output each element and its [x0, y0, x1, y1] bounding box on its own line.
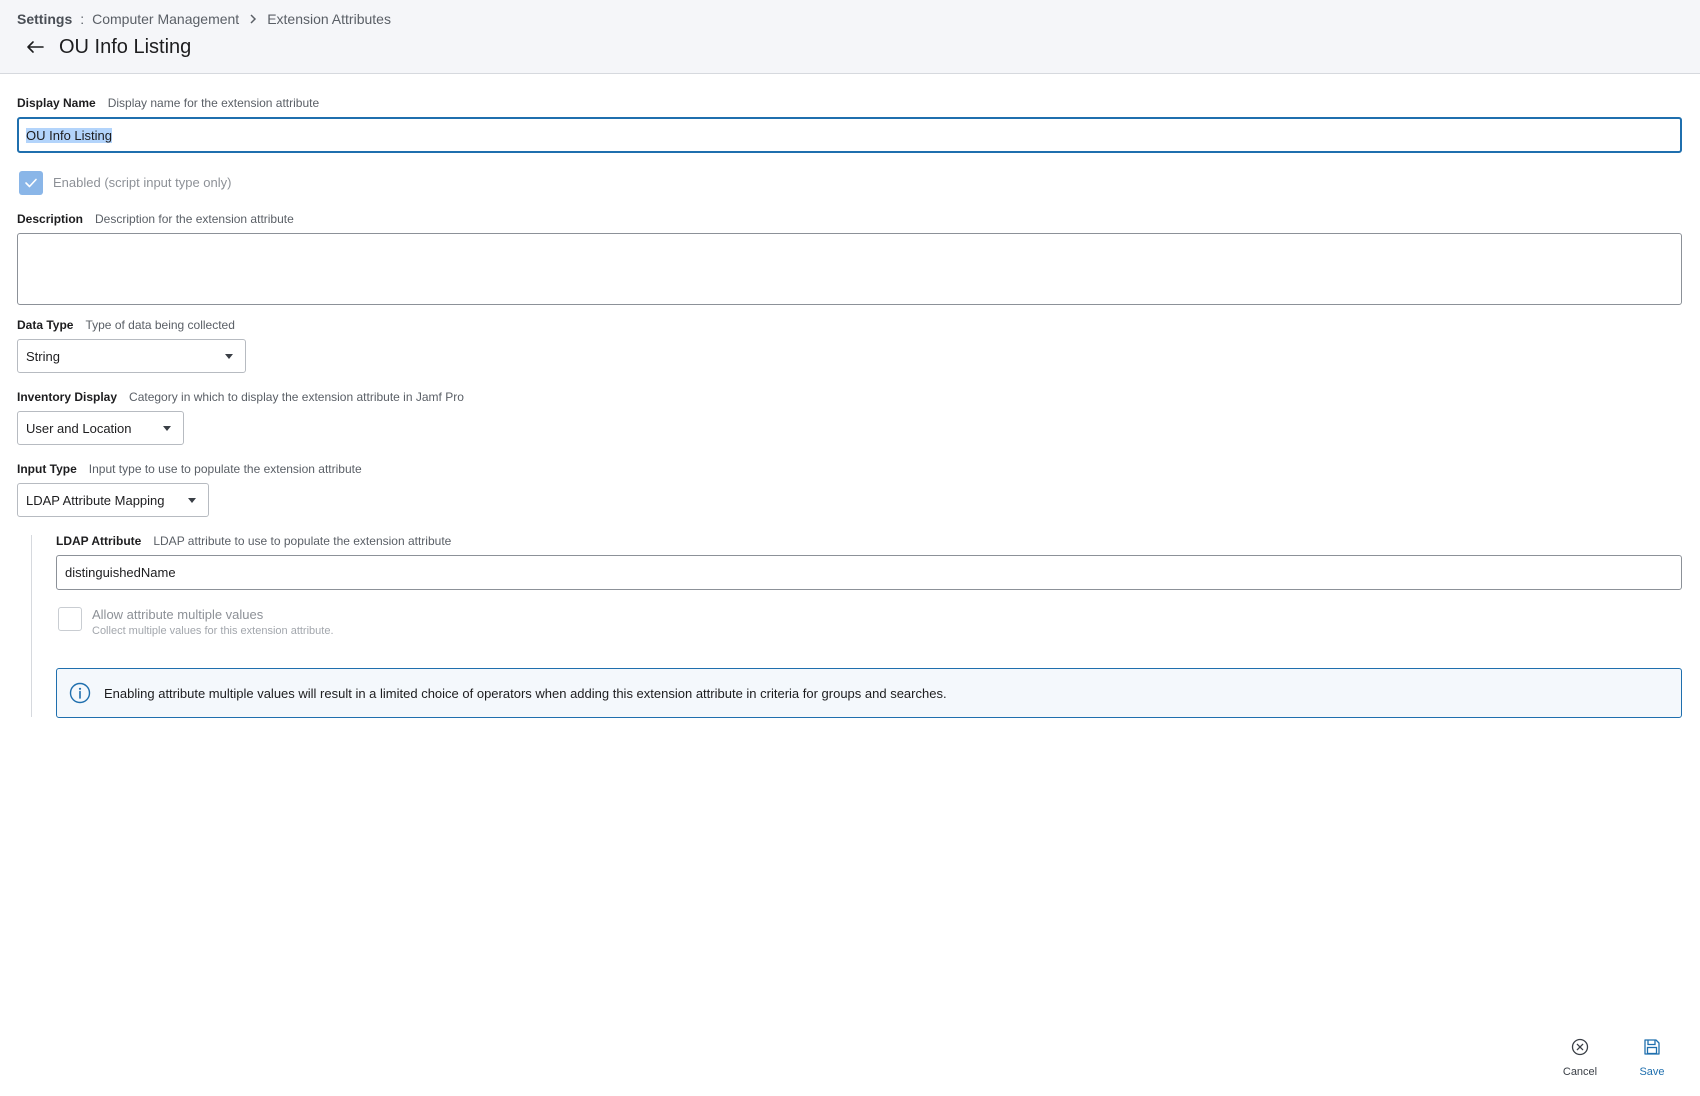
enabled-label: Enabled (script input type only) [53, 175, 232, 190]
inventory-display-label: Inventory Display [17, 390, 118, 404]
description-label: Description [17, 212, 84, 226]
info-banner: Enabling attribute multiple values will … [56, 668, 1682, 718]
breadcrumb-root[interactable]: Settings [17, 11, 72, 27]
cancel-button[interactable]: Cancel [1555, 1038, 1605, 1078]
enabled-checkbox[interactable] [19, 171, 43, 195]
save-label: Save [1639, 1066, 1665, 1078]
breadcrumb: Settings : Computer Management Extension… [17, 10, 391, 28]
data-type-label-row: Data Type Type of data being collected [17, 318, 235, 334]
floppy-disk-icon [1643, 1038, 1661, 1061]
ldap-attribute-value: distinguishedName [65, 565, 176, 580]
multiple-values-label: Allow attribute multiple values [92, 607, 264, 622]
input-type-label-row: Input Type Input type to use to populate… [17, 462, 362, 478]
data-type-label: Data Type [17, 318, 74, 332]
info-circle-icon [69, 682, 91, 704]
ldap-attribute-input[interactable]: distinguishedName [56, 555, 1682, 590]
description-label-row: Description Description for the extensio… [17, 212, 294, 228]
display-name-label-row: Display Name Display name for the extens… [17, 96, 319, 112]
page-header: Settings : Computer Management Extension… [0, 0, 1700, 74]
display-name-input[interactable]: OU Info Listing [17, 117, 1682, 153]
caret-down-icon [163, 425, 171, 431]
arrow-left-icon[interactable] [22, 34, 48, 60]
chevron-right-icon [249, 13, 257, 25]
breadcrumb-separator: : [80, 11, 85, 27]
ldap-section-divider [31, 535, 32, 717]
info-text: Enabling attribute multiple values will … [104, 685, 947, 701]
breadcrumb-computer-management[interactable]: Computer Management [92, 11, 239, 27]
input-type-hint: Input type to use to populate the extens… [88, 462, 362, 476]
inventory-display-label-row: Inventory Display Category in which to d… [17, 390, 464, 406]
multiple-values-text: Allow attribute multiple values Collect … [92, 607, 334, 639]
inventory-display-value: User and Location [26, 420, 132, 436]
display-name-value: OU Info Listing [26, 127, 112, 143]
save-button[interactable]: Save [1627, 1038, 1677, 1078]
display-name-hint: Display name for the extension attribute [107, 96, 320, 110]
multiple-values-sublabel: Collect multiple values for this extensi… [92, 625, 334, 637]
data-type-hint: Type of data being collected [85, 318, 235, 332]
multiple-values-checkbox[interactable] [58, 607, 82, 631]
ldap-attribute-hint: LDAP attribute to use to populate the ex… [153, 534, 452, 548]
inventory-display-hint: Category in which to display the extensi… [129, 390, 464, 404]
multiple-values-checkbox-row[interactable]: Allow attribute multiple values Collect … [58, 607, 334, 639]
input-type-label: Input Type [17, 462, 77, 476]
input-type-value: LDAP Attribute Mapping [26, 492, 165, 508]
ldap-attribute-label-row: LDAP Attribute LDAP attribute to use to … [56, 534, 451, 550]
data-type-select[interactable]: String [17, 339, 246, 373]
input-type-select[interactable]: LDAP Attribute Mapping [17, 483, 209, 517]
check-icon [25, 178, 37, 188]
page-title: OU Info Listing [59, 35, 192, 58]
display-name-label: Display Name [17, 96, 96, 110]
close-circle-icon [1571, 1038, 1589, 1061]
enabled-checkbox-row[interactable]: Enabled (script input type only) [19, 171, 231, 195]
cancel-label: Cancel [1562, 1066, 1598, 1078]
data-type-value: String [26, 348, 60, 364]
caret-down-icon [225, 353, 233, 359]
caret-down-icon [188, 497, 196, 503]
inventory-display-select[interactable]: User and Location [17, 411, 184, 445]
description-textarea[interactable] [17, 233, 1682, 305]
description-hint: Description for the extension attribute [95, 212, 294, 226]
breadcrumb-extension-attributes[interactable]: Extension Attributes [267, 11, 391, 27]
ldap-attribute-label: LDAP Attribute [56, 534, 142, 548]
title-row: OU Info Listing [22, 34, 191, 60]
